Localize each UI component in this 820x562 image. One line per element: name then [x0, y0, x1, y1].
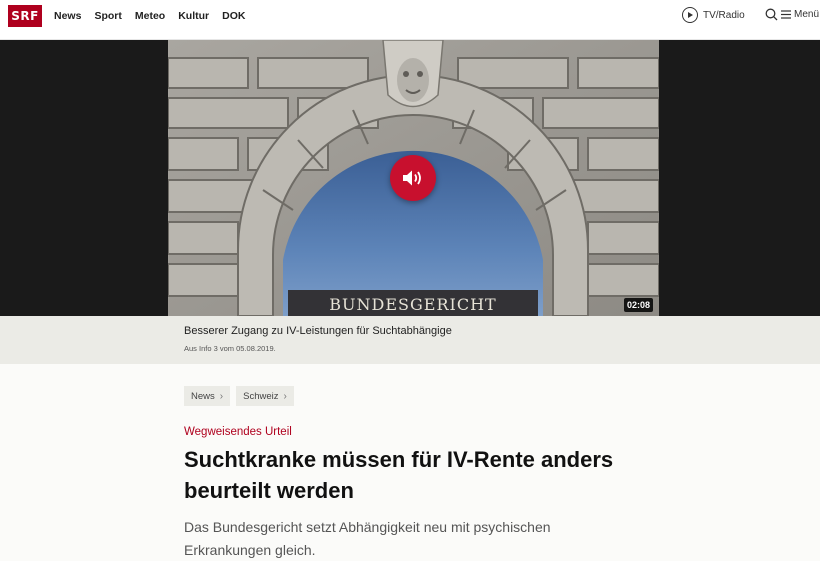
- srf-logo[interactable]: SRF: [8, 5, 42, 27]
- audio-player[interactable]: BUNDESGERICHT 02:08: [0, 40, 820, 316]
- media-title: Besserer Zugang zu IV-Leistungen für Suc…: [184, 325, 452, 337]
- breadcrumb-label: Schweiz: [243, 390, 279, 402]
- tv-radio-link[interactable]: TV/Radio: [682, 7, 745, 23]
- nav-item-sport[interactable]: Sport: [94, 10, 121, 22]
- main-nav: News Sport Meteo Kultur DOK: [54, 0, 258, 32]
- breadcrumb-label: News: [191, 390, 215, 402]
- breadcrumb-news[interactable]: News ›: [184, 386, 231, 406]
- play-audio-button[interactable]: [390, 155, 436, 201]
- media-caption: Besserer Zugang zu IV-Leistungen für Suc…: [0, 316, 820, 364]
- bundesgericht-inscription: BUNDESGERICHT: [329, 295, 496, 314]
- breadcrumb: News › Schweiz ›: [184, 386, 294, 406]
- nav-item-meteo[interactable]: Meteo: [135, 10, 165, 22]
- menu-label: Menü: [794, 9, 820, 20]
- hamburger-icon: [781, 10, 791, 19]
- breadcrumb-schweiz[interactable]: Schweiz ›: [236, 386, 294, 406]
- menu-button[interactable]: Menü: [765, 8, 819, 21]
- search-icon: [765, 8, 778, 21]
- article: News › Schweiz › Wegweisendes Urteil Suc…: [0, 364, 820, 561]
- bundesgericht-photo: BUNDESGERICHT 02:08: [168, 40, 659, 316]
- duration-badge: 02:08: [624, 298, 654, 312]
- chevron-right-icon: ›: [283, 390, 287, 402]
- nav-item-news[interactable]: News: [54, 10, 81, 22]
- tv-radio-label: TV/Radio: [703, 9, 745, 21]
- article-headline: Suchtkranke müssen für IV-Rente anders b…: [184, 447, 614, 503]
- site-header: SRF News Sport Meteo Kultur DOK TV/Radio…: [0, 0, 820, 40]
- speaker-icon: [403, 170, 421, 186]
- article-kicker: Wegweisendes Urteil: [184, 426, 292, 438]
- media-source: Aus Info 3 vom 05.08.2019.: [184, 344, 276, 353]
- chevron-right-icon: ›: [219, 390, 224, 402]
- nav-item-dok[interactable]: DOK: [222, 10, 245, 22]
- article-lead: Das Bundesgericht setzt Abhängigkeit neu…: [184, 519, 551, 558]
- nav-item-kultur[interactable]: Kultur: [178, 10, 209, 22]
- play-circle-icon: [682, 7, 698, 23]
